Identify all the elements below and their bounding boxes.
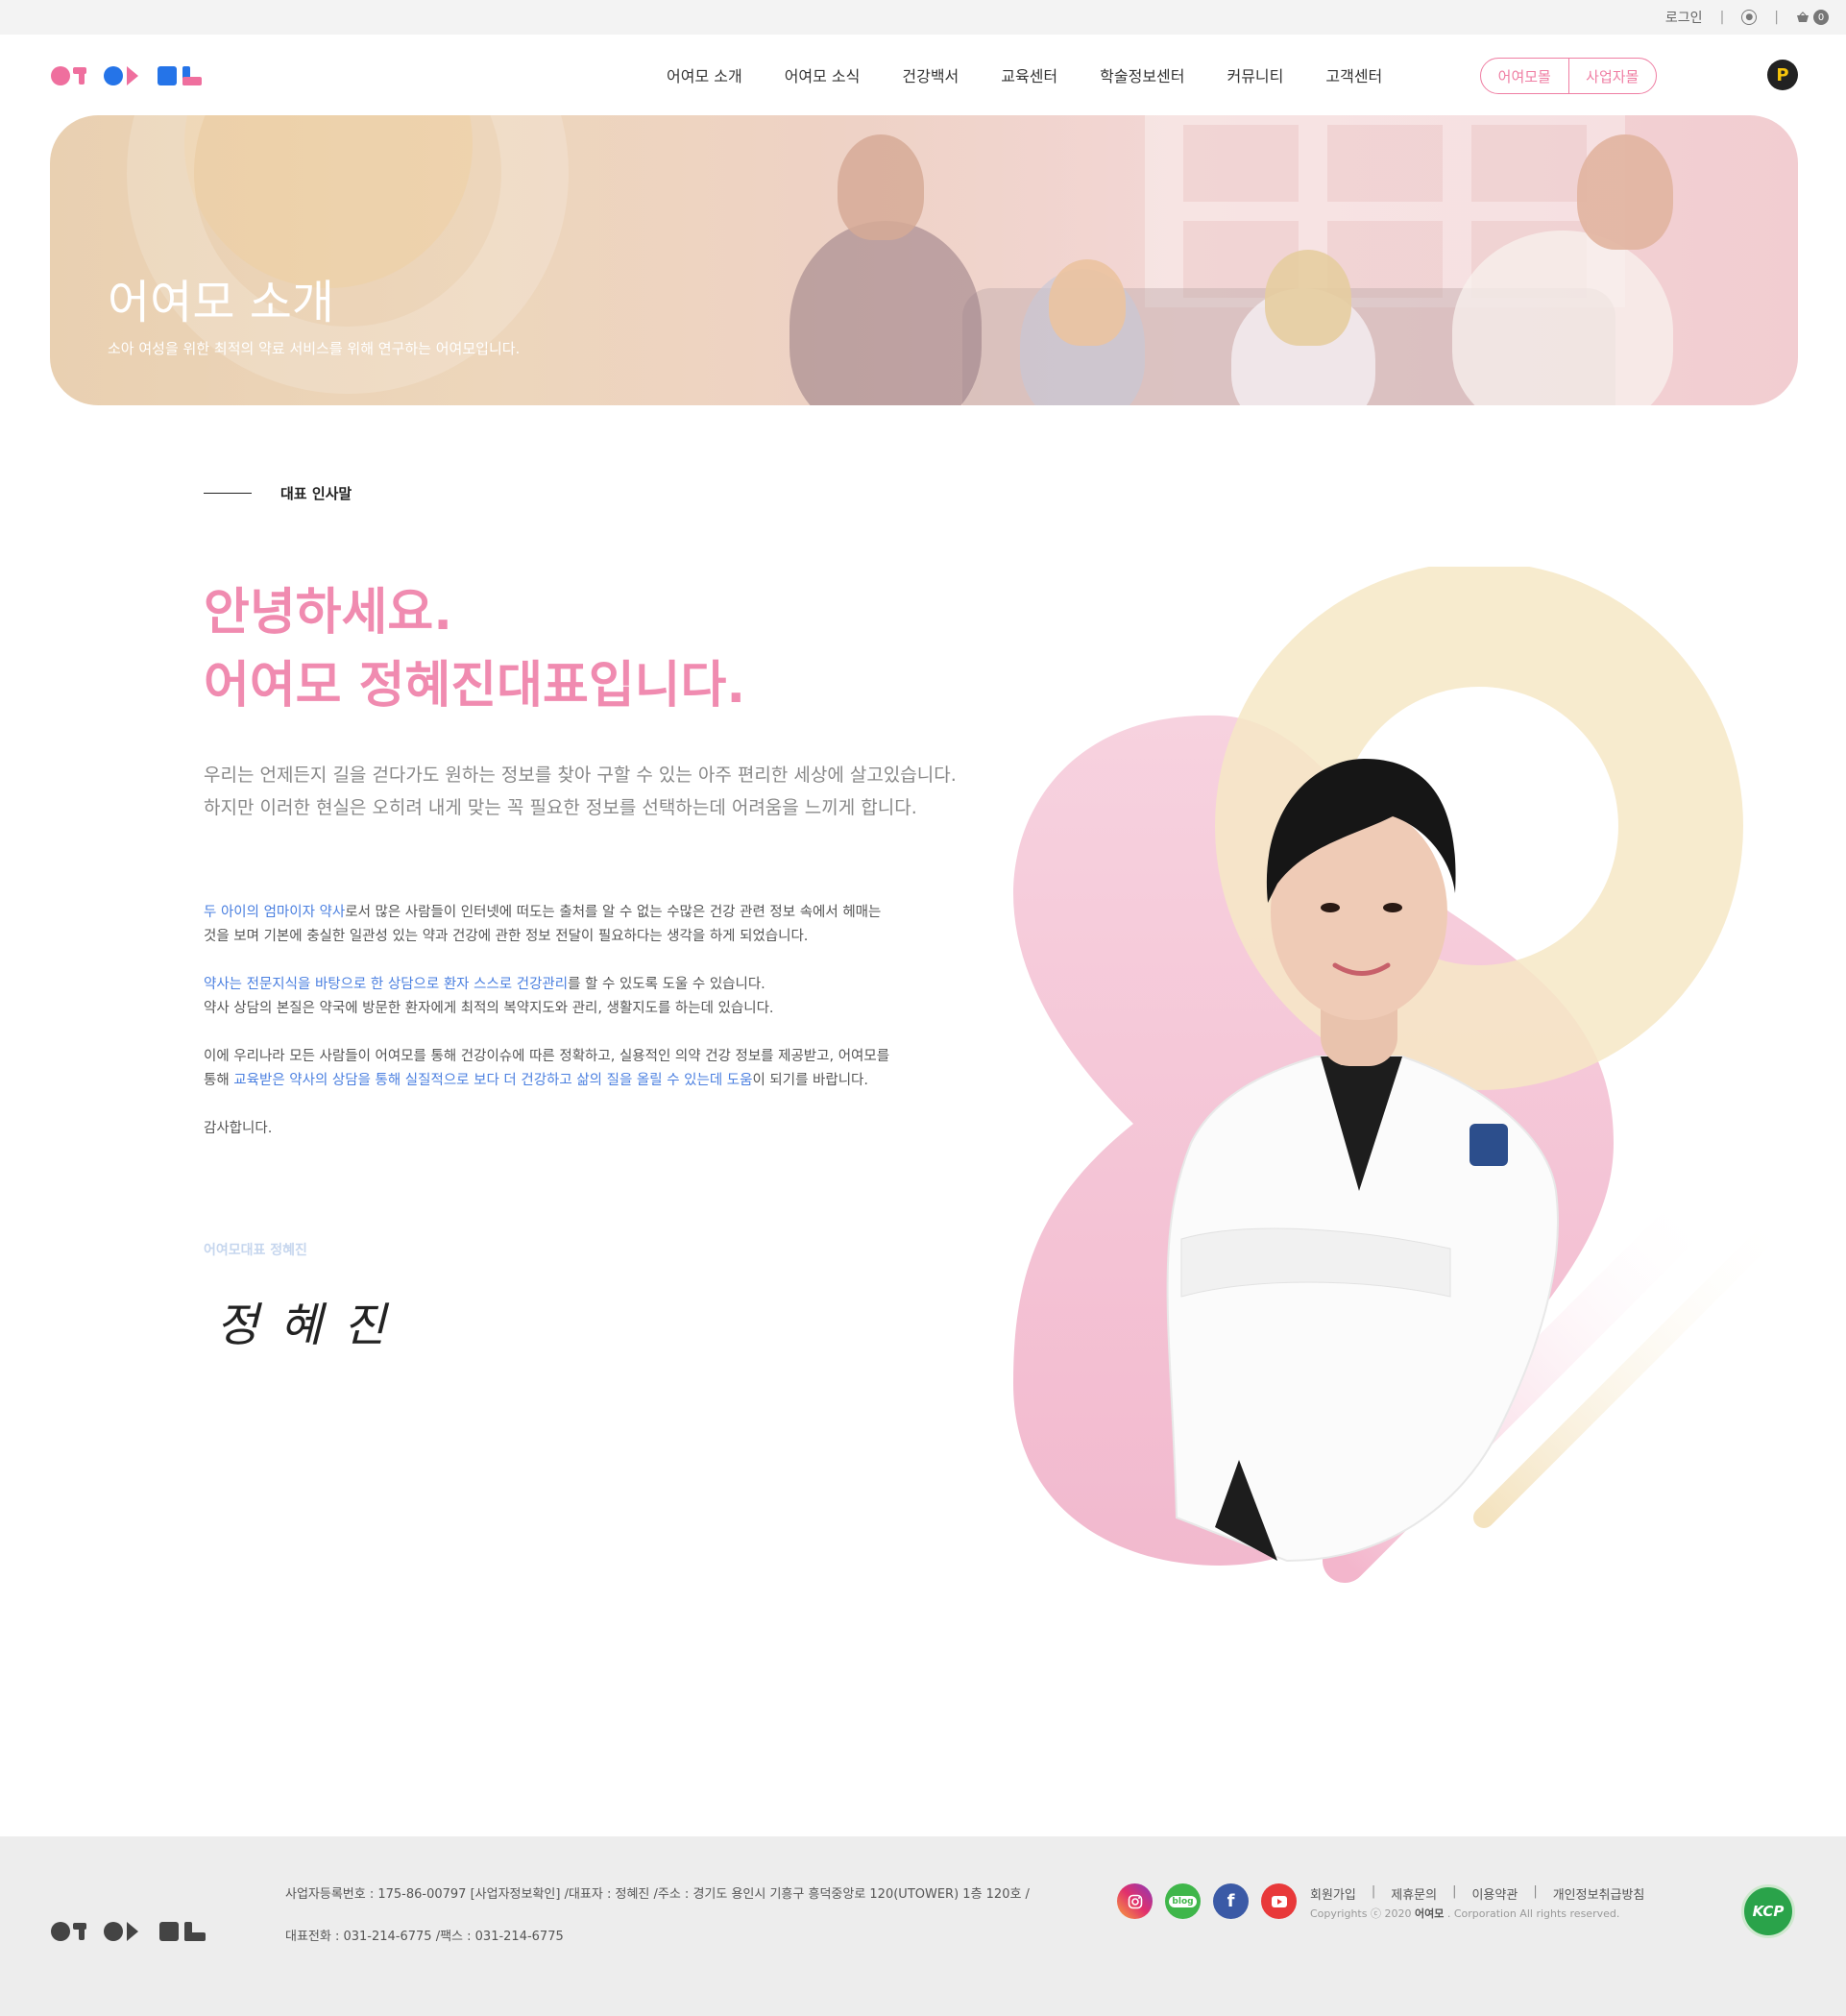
top-utility-bar: 로그인 | ● | 0 bbox=[0, 0, 1846, 35]
copyright-text: Copyrights ⓒ 2020 bbox=[1310, 1907, 1415, 1920]
shop-mall-button[interactable]: 어여모몰 bbox=[1481, 59, 1569, 93]
hero-father-figure bbox=[789, 221, 982, 405]
nav-item-about[interactable]: 어여모 소개 bbox=[667, 63, 742, 86]
user-icon[interactable]: ● bbox=[1741, 10, 1758, 25]
footer-logo[interactable] bbox=[50, 1919, 207, 1948]
paragraph-text: 이에 우리나라 모든 사람들이 어여모를 통해 건강이슈에 따른 정확하고, 실… bbox=[204, 1049, 890, 1064]
login-link[interactable]: 로그인 bbox=[1665, 8, 1703, 27]
logo-mark-icon bbox=[51, 66, 202, 85]
signature: 정혜진 bbox=[216, 1299, 407, 1352]
company-info-line-1: 사업자등록번호 : 175-86-00797 [사업자정보확인] /대표자 : … bbox=[285, 1887, 1030, 1902]
highlight-text: 약사는 전문지식을 바탕으로 한 상담으로 환자 스스로 건강관리 bbox=[204, 977, 569, 992]
paragraph-text: 를 할 수 있도록 도울 수 있습니다. bbox=[568, 977, 765, 992]
nav-item-education[interactable]: 교육센터 bbox=[1001, 63, 1057, 86]
nav-item-support[interactable]: 고객센터 bbox=[1325, 63, 1382, 86]
paragraph-text: 통해 bbox=[204, 1073, 234, 1088]
greeting-lead: 우리는 언제든지 길을 걷다가도 원하는 정보를 찾아 구할 수 있는 아주 편… bbox=[204, 759, 957, 824]
divider: | bbox=[1371, 1884, 1376, 1899]
youtube-icon[interactable] bbox=[1261, 1883, 1297, 1919]
ceo-portrait-graphic bbox=[1013, 567, 1796, 1583]
copyright-brand: 어여모 bbox=[1414, 1907, 1445, 1920]
point-icon[interactable]: P bbox=[1767, 60, 1798, 90]
hero-title: 어여모 소개 bbox=[108, 276, 335, 329]
hero-subtitle: 소아 여성을 위한 최적의 약료 서비스를 위해 연구하는 어여모입니다. bbox=[108, 340, 521, 357]
signature-label: 어여모대표 정혜진 bbox=[204, 1243, 307, 1258]
paragraph-text: 이 되기를 바랍니다. bbox=[752, 1073, 868, 1088]
divider: | bbox=[1774, 10, 1779, 25]
utility-links: 로그인 | ● | 0 bbox=[1665, 8, 1829, 27]
cart-count-badge: 0 bbox=[1813, 10, 1829, 25]
hero-mother-head bbox=[1577, 134, 1673, 250]
divider: | bbox=[1533, 1884, 1538, 1899]
message-body: 두 아이의 엄마이자 약사로서 많은 사람들이 인터넷에 떠도는 출처를 알 수… bbox=[204, 901, 934, 1165]
message-paragraph-1: 두 아이의 엄마이자 약사로서 많은 사람들이 인터넷에 떠도는 출처를 알 수… bbox=[204, 901, 934, 949]
section-label-line bbox=[204, 493, 252, 494]
greeting-line-1: 안녕하세요. bbox=[204, 584, 452, 642]
terms-link[interactable]: 이용약관 bbox=[1471, 1884, 1518, 1903]
footer-logo-mark-icon bbox=[51, 1922, 206, 1941]
company-info: 사업자등록번호 : 175-86-00797 [사업자정보확인] /대표자 : … bbox=[285, 1884, 1030, 1948]
privacy-link[interactable]: 개인정보취급방침 bbox=[1553, 1884, 1645, 1903]
nav-item-health[interactable]: 건강백서 bbox=[902, 63, 959, 86]
mall-buttons: 어여모몰 사업자몰 bbox=[1480, 58, 1657, 94]
company-info-line-2: 대표전화 : 031-214-6775 /팩스 : 031-214-6775 bbox=[285, 1930, 564, 1944]
copyright: Copyrights ⓒ 2020 어여모 . Corporation All … bbox=[1310, 1906, 1619, 1921]
social-links: blog f bbox=[1117, 1883, 1297, 1919]
basket-icon bbox=[1797, 12, 1809, 22]
main-nav: 어여모 소개 어여모 소식 건강백서 교육센터 학술정보센터 커뮤니티 고객센터 bbox=[667, 63, 1382, 86]
message-paragraph-2: 약사는 전문지식을 바탕으로 한 상담으로 환자 스스로 건강관리를 할 수 있… bbox=[204, 973, 934, 1021]
facebook-icon[interactable]: f bbox=[1213, 1883, 1249, 1919]
highlight-text: 두 아이의 엄마이자 약사 bbox=[204, 905, 346, 920]
blog-icon[interactable]: blog bbox=[1165, 1883, 1201, 1919]
hero-father-head bbox=[838, 134, 924, 240]
partnership-link[interactable]: 제휴문의 bbox=[1391, 1884, 1437, 1903]
divider: | bbox=[1452, 1884, 1457, 1899]
signup-link[interactable]: 회원가입 bbox=[1310, 1884, 1356, 1903]
greeting-line-2: 어여모 정혜진대표입니다. bbox=[204, 657, 746, 715]
site-footer: 사업자등록번호 : 175-86-00797 [사업자정보확인] /대표자 : … bbox=[0, 1836, 1846, 2016]
paragraph-text: 것을 보며 기본에 충실한 일관성 있는 약과 건강에 관한 정보 전달이 필요… bbox=[204, 929, 809, 944]
blog-icon-label: blog bbox=[1169, 1895, 1197, 1907]
nav-item-community[interactable]: 커뮤니티 bbox=[1227, 63, 1283, 86]
business-mall-button[interactable]: 사업자몰 bbox=[1569, 59, 1657, 93]
instagram-icon[interactable] bbox=[1117, 1883, 1153, 1919]
lead-line-2: 하지만 이러한 현실은 오히려 내게 맞는 꼭 필요한 정보를 선택하는데 어려… bbox=[204, 797, 917, 818]
nav-item-news[interactable]: 어여모 소식 bbox=[785, 63, 861, 86]
site-logo[interactable] bbox=[50, 63, 204, 92]
hero-banner: 어여모 소개 소아 여성을 위한 최적의 약료 서비스를 위해 연구하는 어여모… bbox=[50, 115, 1798, 405]
nav-item-academic[interactable]: 학술정보센터 bbox=[1100, 63, 1184, 86]
footer-links: 회원가입 | 제휴문의 | 이용약관 | 개인정보취급방침 bbox=[1310, 1884, 1644, 1903]
cart-button[interactable]: 0 bbox=[1796, 10, 1829, 25]
section-label-text: 대표 인사말 bbox=[280, 485, 352, 502]
paragraph-text: 약사 상담의 본질은 약국에 방문한 환자에게 최적의 복약지도와 관리, 생활… bbox=[204, 1001, 774, 1016]
greeting-heading: 안녕하세요. 어여모 정혜진대표입니다. bbox=[204, 576, 745, 722]
hero-girl-head bbox=[1265, 250, 1351, 346]
kcp-badge-icon[interactable]: KCP bbox=[1741, 1884, 1795, 1938]
paragraph-text: 로서 많은 사람들이 인터넷에 떠도는 출처를 알 수 없는 수많은 건강 관련… bbox=[345, 905, 882, 920]
message-paragraph-3: 이에 우리나라 모든 사람들이 어여모를 통해 건강이슈에 따른 정확하고, 실… bbox=[204, 1045, 934, 1093]
hero-boy-head bbox=[1049, 259, 1126, 346]
divider: | bbox=[1719, 10, 1725, 25]
copyright-text: . Corporation All rights reserved. bbox=[1444, 1907, 1620, 1920]
message-closing: 감사합니다. bbox=[204, 1121, 273, 1136]
site-header: 어여모 소개 어여모 소식 건강백서 교육센터 학술정보센터 커뮤니티 고객센터… bbox=[0, 35, 1846, 115]
section-label: 대표 인사말 bbox=[204, 483, 352, 503]
highlight-text: 교육받은 약사의 상담을 통해 실질적으로 보다 더 건강하고 삶의 질을 올릴… bbox=[233, 1073, 753, 1088]
lead-line-1: 우리는 언제든지 길을 걷다가도 원하는 정보를 찾아 구할 수 있는 아주 편… bbox=[204, 765, 957, 786]
